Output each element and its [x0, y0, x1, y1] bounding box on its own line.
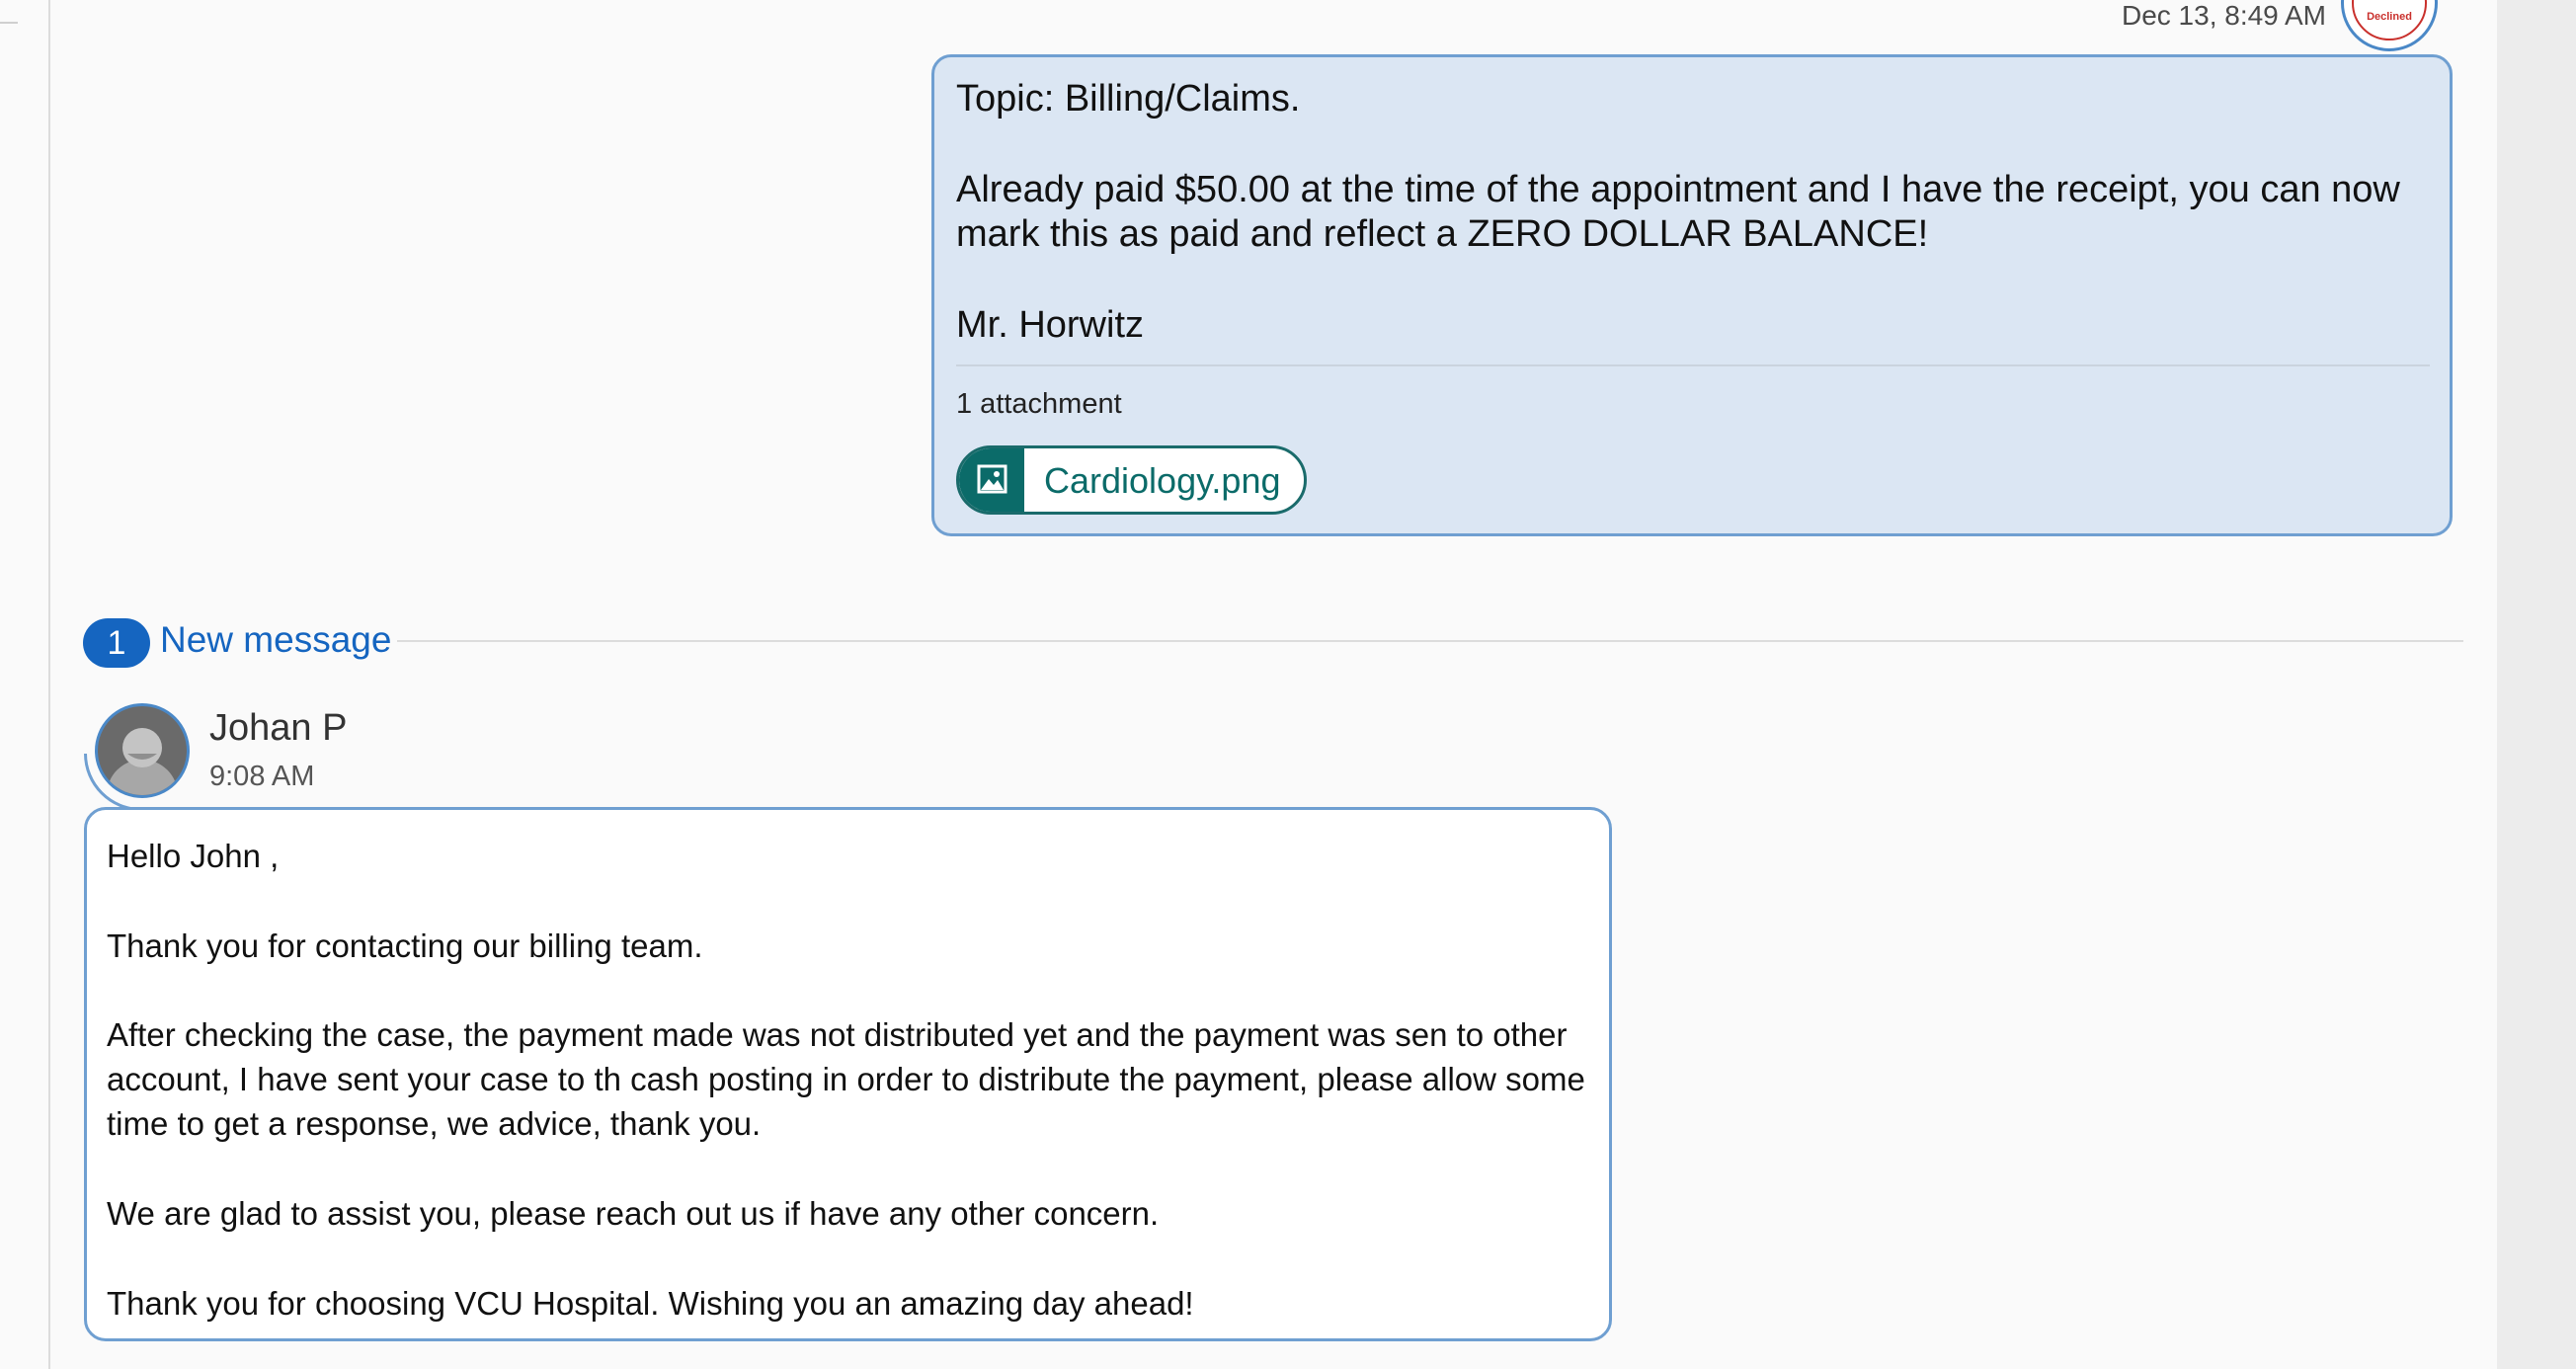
image-icon: [959, 448, 1024, 512]
person-avatar-icon: [95, 703, 190, 798]
message-paragraph: Thank you for contacting our billing tea…: [107, 927, 703, 964]
new-message-count-badge: 1: [83, 618, 150, 668]
left-rail: [0, 0, 50, 1369]
attachment-name[interactable]: Cardiology.png: [1044, 460, 1280, 502]
message-body: Already paid $50.00 at the time of the a…: [956, 169, 2400, 255]
message-paragraph: After checking the case, the payment mad…: [107, 1016, 1568, 1053]
status-seal: Declined: [2341, 0, 2438, 51]
received-message-bubble: Hello John , Thank you for contacting ou…: [84, 807, 1612, 1341]
message-closing: Thank you for choosing VCU Hospital. Wis…: [107, 1285, 1194, 1322]
message-topic: Topic: Billing/Claims.: [956, 78, 1301, 120]
new-message-divider: [397, 640, 2463, 642]
scrollbar-track[interactable]: [2497, 0, 2576, 1369]
new-message-label: New message: [160, 619, 392, 660]
message-greeting: Hello John ,: [107, 838, 280, 874]
seal-label: Declined: [2367, 11, 2412, 23]
message-signature: Mr. Horwitz: [956, 304, 1144, 346]
message-paragraph: We are glad to assist you, please reach …: [107, 1195, 1160, 1232]
rail-divider: [0, 22, 18, 24]
message-paragraph: time to get a response, we advice, thank…: [107, 1105, 762, 1142]
received-timestamp: 9:08 AM: [209, 761, 315, 792]
sent-message-bubble: Topic: Billing/Claims. Already paid $50.…: [931, 54, 2453, 536]
attachment-link[interactable]: Cardiology.png: [956, 445, 1307, 515]
message-paragraph: account, I have sent your case to th cas…: [107, 1061, 1585, 1097]
attachment-divider: [956, 364, 2430, 366]
sender-name: Johan P: [209, 707, 348, 749]
sent-timestamp: Dec 13, 8:49 AM: [2121, 0, 2326, 31]
attachment-count: 1 attachment: [956, 388, 1122, 420]
